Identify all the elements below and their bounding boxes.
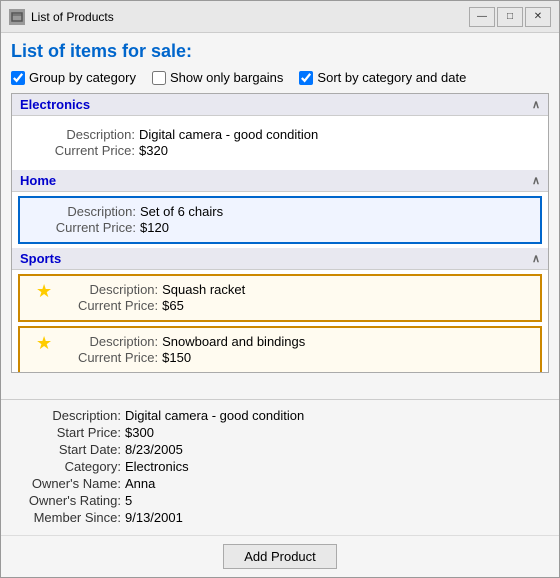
titlebar: List of Products — □ ✕ [1,1,559,33]
item-desc-label: Description: [58,334,158,349]
minimize-button[interactable]: — [469,7,495,27]
item-desc-label: Description: [35,127,135,142]
toolbar: Group by category Show only bargains Sor… [11,70,549,85]
item-price-label: Current Price: [58,350,158,365]
owner-name-label: Owner's Name: [11,476,121,491]
content-area: List of items for sale: Group by categor… [1,33,559,399]
detail-owner-name: Anna [125,476,155,491]
sort-by-text: Sort by category and date [317,70,466,85]
list-item[interactable]: Description: Digital camera - good condit… [18,120,542,166]
collapse-button[interactable]: ∧ [532,98,540,111]
item-desc-label: Description: [58,282,158,297]
item-details: Description: Digital camera - good condit… [35,127,525,159]
category-label: Category: [11,459,121,474]
item-price-label: Current Price: [58,298,158,313]
item-price: $150 [162,350,191,365]
category-header: Sports ∧ [12,248,548,270]
sort-by-checkbox[interactable] [299,71,313,85]
page-title: List of items for sale: [11,41,549,62]
window-title: List of Products [31,10,469,24]
item-description: Squash racket [162,282,245,297]
collapse-button[interactable]: ∧ [532,252,540,265]
item-details: Description: Snowboard and bindings Curren… [58,334,524,366]
item-price-label: Current Price: [35,143,135,158]
item-price-label: Current Price: [36,220,136,235]
desc-label: Description: [11,408,121,423]
bargain-star-icon: ★ [36,282,52,300]
close-button[interactable]: ✕ [525,7,551,27]
item-description: Digital camera - good condition [139,127,318,142]
group-by-category-text: Group by category [29,70,136,85]
detail-panel: Description: Digital camera - good condi… [1,399,559,535]
list-item[interactable]: ★ Description: Squash racket Current Price:… [18,274,542,322]
detail-start-date: 8/23/2005 [125,442,183,457]
start-date-label: Start Date: [11,442,121,457]
owner-rating-label: Owner's Rating: [11,493,121,508]
detail-owner-rating: 5 [125,493,132,508]
main-window: List of Products — □ ✕ List of items for… [0,0,560,578]
category-name: Electronics [20,97,90,112]
member-since-label: Member Since: [11,510,121,525]
window-icon [9,9,25,25]
category-header: Home ∧ [12,170,548,192]
item-details: Description: Squash racket Current Price: $… [58,282,524,314]
list-item[interactable]: Description: Set of 6 chairs Current Price… [18,196,542,244]
show-only-bargains-checkbox[interactable] [152,71,166,85]
show-only-bargains-label[interactable]: Show only bargains [152,70,283,85]
product-list[interactable]: Electronics ∧ Description: Digital camera -… [11,93,549,373]
detail-category: Electronics [125,459,189,474]
bargain-star-icon: ★ [36,334,52,352]
group-by-category-label[interactable]: Group by category [11,70,136,85]
maximize-button[interactable]: □ [497,7,523,27]
add-product-button[interactable]: Add Product [223,544,337,569]
item-price: $120 [140,220,169,235]
start-price-label: Start Price: [11,425,121,440]
item-description: Set of 6 chairs [140,204,223,219]
collapse-button[interactable]: ∧ [532,174,540,187]
item-price: $65 [162,298,184,313]
show-only-bargains-text: Show only bargains [170,70,283,85]
item-details: Description: Set of 6 chairs Current Price… [36,204,524,236]
sort-by-label[interactable]: Sort by category and date [299,70,466,85]
category-name: Home [20,173,56,188]
item-description: Snowboard and bindings [162,334,305,349]
detail-member-since: 9/13/2001 [125,510,183,525]
category-header: Electronics ∧ [12,94,548,116]
window-controls: — □ ✕ [469,7,551,27]
list-item[interactable]: ★ Description: Snowboard and bindings Curre… [18,326,542,373]
bottom-bar: Add Product [1,535,559,577]
detail-start-price: $300 [125,425,154,440]
category-name: Sports [20,251,61,266]
item-desc-label: Description: [36,204,136,219]
group-by-category-checkbox[interactable] [11,71,25,85]
item-price: $320 [139,143,168,158]
detail-description: Digital camera - good condition [125,408,304,423]
